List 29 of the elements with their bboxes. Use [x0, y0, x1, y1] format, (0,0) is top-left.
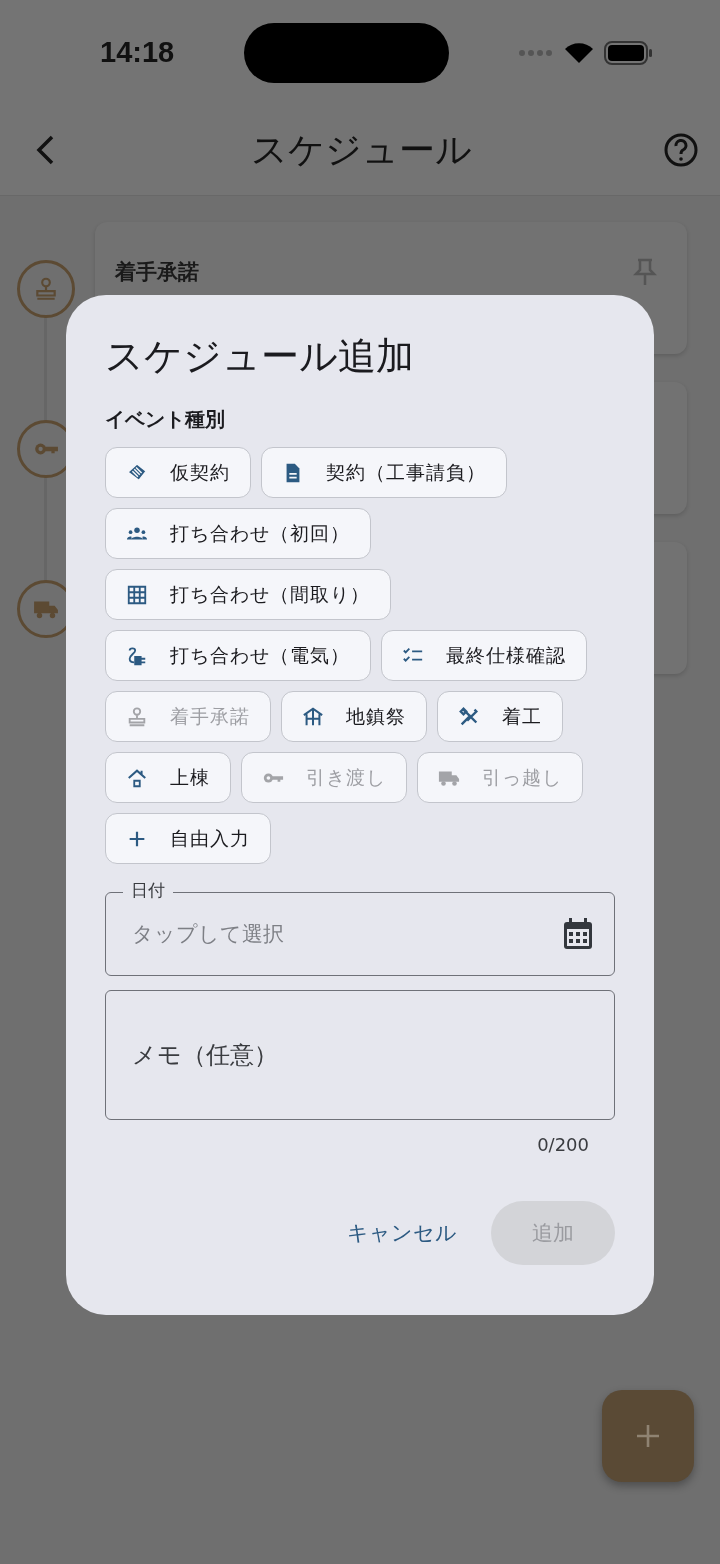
wifi-icon [564, 41, 594, 64]
event-type-chip[interactable]: 地鎮祭 [281, 691, 427, 742]
battery-icon [604, 40, 654, 65]
grid-icon [126, 583, 148, 606]
field-label: 日付 [123, 879, 173, 902]
help-icon[interactable] [664, 133, 698, 167]
event-type-chip[interactable]: 仮契約 [105, 447, 251, 498]
stamp-icon [126, 705, 148, 728]
event-type-chip[interactable]: 打ち合わせ（初回） [105, 508, 371, 559]
event-type-chip[interactable]: 着工 [437, 691, 563, 742]
tools-icon [458, 705, 480, 728]
stamp-icon [33, 276, 59, 302]
event-type-chip[interactable]: 打ち合わせ（電気） [105, 630, 371, 681]
shrine-icon [302, 705, 324, 728]
memo-field[interactable]: メモ（任意） [105, 990, 615, 1120]
cancel-button[interactable]: キャンセル [341, 1201, 463, 1265]
card-title: 着手承諾 [115, 259, 199, 286]
character-counter: 0/200 [536, 1134, 590, 1155]
event-type-chip[interactable]: 自由入力 [105, 813, 271, 864]
status-time: 14:18 [100, 36, 175, 69]
event-type-chip[interactable]: 上棟 [105, 752, 231, 803]
signal-icon [518, 48, 554, 57]
page-title: スケジュール [250, 127, 472, 172]
calendar-icon[interactable] [563, 918, 593, 950]
event-type-chip[interactable]: 契約（工事請負） [261, 447, 507, 498]
event-type-chip[interactable]: 最終仕様確認 [381, 630, 587, 681]
plus-icon [635, 1423, 661, 1449]
event-type-chip[interactable]: 打ち合わせ（間取り） [105, 569, 391, 620]
section-label: イベント種別 [105, 406, 226, 433]
